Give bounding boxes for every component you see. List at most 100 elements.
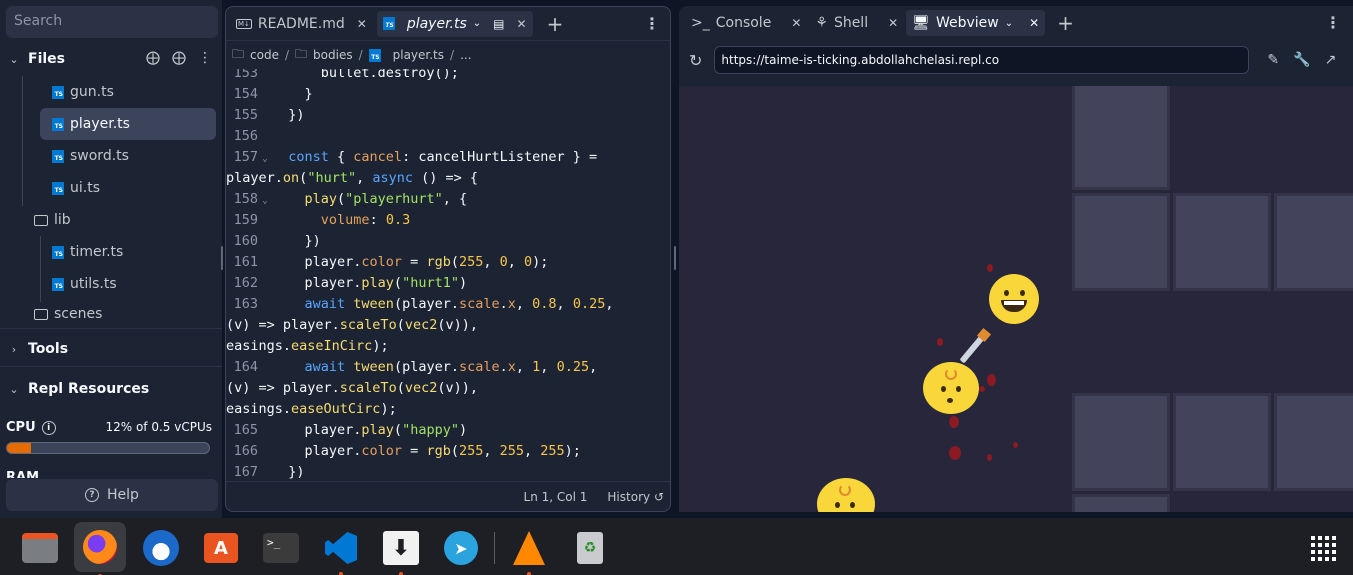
new-file-icon[interactable]: ⨁: [146, 50, 160, 66]
close-icon[interactable]: ✕: [517, 17, 527, 31]
code-line[interactable]: 162 player.play("hurt1"): [226, 273, 670, 294]
folder-lib[interactable]: lib: [34, 204, 216, 236]
code-line[interactable]: 161 player.color = rgb(255, 0, 0);: [226, 252, 670, 273]
game-canvas[interactable]: [679, 86, 1353, 512]
split-view-icon[interactable]: ▤: [493, 17, 504, 31]
file-utils-ts[interactable]: TS utils.ts: [52, 268, 216, 300]
markdown-icon: M↓: [236, 18, 252, 29]
code-line[interactable]: 166 player.color = rgb(255, 255, 255);: [226, 441, 670, 462]
file-ui-ts[interactable]: TS ui.ts: [52, 172, 216, 204]
code-line[interactable]: (v) => player.scaleTo(vec2(v)),: [226, 315, 670, 336]
code-area[interactable]: 153 bullet.destroy(); 154 } 155 }) 156 157 ⌄ …: [226, 69, 670, 479]
tab-readme[interactable]: M↓ README.md ✕: [230, 11, 373, 37]
show-applications-icon[interactable]: [1311, 536, 1336, 561]
breadcrumb-code[interactable]: code: [250, 48, 279, 62]
kebab-menu-icon[interactable]: ⋮: [1325, 13, 1341, 32]
code-line[interactable]: easings.easeOutCirc);: [226, 399, 670, 420]
folder-shape: [22, 533, 58, 563]
files-app-icon[interactable]: [18, 526, 62, 570]
devtools-icon[interactable]: 🔧: [1293, 52, 1310, 68]
code-text: }): [272, 107, 305, 123]
tab-webview[interactable]: 🖥 Webview ⌄ ✕: [906, 10, 1046, 36]
chevron-down-icon[interactable]: ⌄: [1005, 18, 1013, 29]
chevron-down-icon[interactable]: ⌄: [473, 18, 481, 29]
folder-icon: 🗀: [232, 46, 245, 61]
tab-console[interactable]: >_ Console ✕: [685, 10, 807, 36]
code-line[interactable]: 160 }): [226, 231, 670, 252]
folder-scenes[interactable]: scenes: [34, 300, 216, 328]
code-line[interactable]: 165 player.play("happy"): [226, 420, 670, 441]
vlc-app-icon[interactable]: [507, 526, 551, 575]
files-section-header[interactable]: ⌄ Files ⨁ ⨁ ⋮: [0, 46, 222, 72]
edit-icon[interactable]: ✎: [1267, 52, 1279, 68]
code-line[interactable]: player.on("hurt", async () => {: [226, 168, 670, 189]
close-icon[interactable]: ✕: [357, 17, 367, 31]
pane-resize-handle[interactable]: [674, 246, 676, 270]
fold-chevron-icon[interactable]: ⌄: [258, 191, 272, 212]
tab-player-ts[interactable]: TS player.ts ⌄ ▤ ✕: [376, 10, 533, 37]
sidebar-resize-handle[interactable]: [221, 246, 223, 270]
file-gun-ts[interactable]: TS gun.ts: [52, 76, 216, 108]
kebab-menu-icon[interactable]: ⋮: [644, 14, 660, 33]
open-new-tab-icon[interactable]: ↗: [1325, 52, 1337, 68]
eye: [1020, 290, 1025, 296]
close-icon[interactable]: ✕: [791, 16, 801, 30]
info-icon[interactable]: i: [41, 420, 56, 435]
code-line[interactable]: 153 bullet.destroy();: [226, 69, 670, 84]
file-timer-ts[interactable]: TS timer.ts: [52, 236, 216, 268]
code-line[interactable]: 167 }): [226, 462, 670, 479]
teeth: [1004, 301, 1024, 305]
trash-app-icon[interactable]: ♻: [568, 526, 612, 570]
code-text: (v) => player.scaleTo(vec2(v)),: [226, 380, 478, 396]
fold-chevron-icon[interactable]: ⌄: [258, 149, 272, 170]
breadcrumb-bodies[interactable]: bodies: [313, 48, 353, 62]
code-line[interactable]: 157 ⌄ const { cancel: cancelHurtListener …: [226, 147, 670, 170]
code-editor-pane: M↓ README.md ✕ TS player.ts ⌄ ▤ ✕ + ⋮ 🗀 …: [225, 6, 671, 512]
vscode-app-icon[interactable]: [319, 526, 363, 575]
app-center-icon[interactable]: A: [199, 526, 243, 570]
code-line[interactable]: 159 volume: 0.3: [226, 210, 670, 231]
close-icon[interactable]: ✕: [1029, 16, 1039, 30]
code-line[interactable]: 164 await tween(player.scale.x, 1, 0.25,: [226, 357, 670, 378]
firefox-app-icon[interactable]: [74, 522, 126, 575]
code-text: player.color = rgb(255, 0, 0);: [272, 254, 549, 270]
code-line[interactable]: (v) => player.scaleTo(vec2(v)),: [226, 378, 670, 399]
breadcrumb-player-ts[interactable]: player.ts: [393, 48, 444, 62]
resources-section-header[interactable]: ⌄ Repl Resources: [0, 376, 222, 402]
code-line[interactable]: easings.easeInCirc);: [226, 336, 670, 357]
code-line[interactable]: 155 }): [226, 105, 670, 126]
typescript-icon: TS: [52, 277, 64, 291]
file-player-ts[interactable]: TS player.ts: [40, 108, 216, 140]
blood-splatter: [987, 374, 996, 386]
add-tab-icon[interactable]: +: [1057, 11, 1074, 35]
code-line[interactable]: 163 await tween(player.scale.x, 0.8, 0.2…: [226, 294, 670, 315]
file-sword-ts[interactable]: TS sword.ts: [52, 140, 216, 172]
thunderbird-app-icon[interactable]: [139, 526, 183, 570]
refresh-icon[interactable]: ↻: [689, 51, 702, 70]
breadcrumb-ellipsis[interactable]: ...: [460, 48, 471, 62]
tab-shell[interactable]: ⚘ Shell ✕: [809, 10, 904, 36]
tools-section-header[interactable]: › Tools: [0, 336, 222, 362]
code-line[interactable]: 156: [226, 126, 670, 147]
downloader-app-icon[interactable]: ⬇: [379, 526, 423, 575]
add-tab-icon[interactable]: +: [547, 12, 564, 36]
history-button[interactable]: History ↺: [607, 490, 664, 504]
line-number: 158: [233, 191, 258, 207]
search-input[interactable]: Search: [6, 6, 218, 38]
terminal-app-icon[interactable]: >_: [259, 526, 303, 570]
code-line[interactable]: 154 }: [226, 84, 670, 105]
url-input[interactable]: https://taime-is-ticking.abdollahchelasi…: [714, 46, 1250, 74]
telegram-app-icon[interactable]: ➤: [439, 526, 483, 570]
kebab-menu-icon[interactable]: ⋮: [198, 50, 212, 66]
eye: [941, 386, 946, 392]
cursor-position[interactable]: Ln 1, Col 1: [524, 490, 588, 504]
cpu-label: CPU: [6, 420, 36, 435]
close-icon[interactable]: ✕: [888, 16, 898, 30]
code-line[interactable]: 158 ⌄ play("playerhurt", {: [226, 189, 670, 212]
new-folder-icon[interactable]: ⨁: [172, 50, 186, 66]
typescript-icon: TS: [52, 149, 64, 163]
typescript-icon: TS: [52, 181, 64, 195]
code-text: (v) => player.scaleTo(vec2(v)),: [226, 317, 478, 333]
help-button[interactable]: ? Help: [6, 479, 218, 511]
file-sidebar: Search ⌄ Files ⨁ ⨁ ⋮ TS gun.ts TS player…: [0, 0, 222, 518]
